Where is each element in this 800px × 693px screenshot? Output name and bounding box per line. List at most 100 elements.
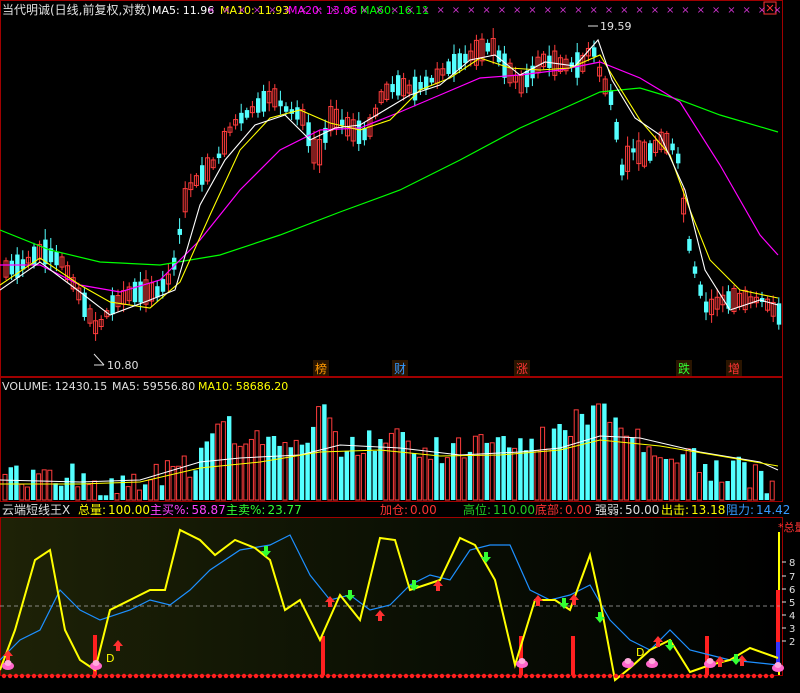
- volume-bar: [646, 446, 652, 501]
- volume-bar: [434, 437, 439, 500]
- volume-bar: [159, 485, 165, 500]
- candle-body: [295, 107, 300, 120]
- volume-bar: [204, 441, 209, 500]
- candle-body: [485, 42, 490, 52]
- indicator-axis-red-segment: [776, 590, 780, 642]
- baseline-dot: [445, 673, 451, 679]
- event-marker-text: 增: [728, 362, 740, 376]
- baseline-dot: [181, 673, 187, 679]
- x-mark: ×: [605, 5, 613, 16]
- baseline-dot: [499, 673, 505, 679]
- baseline-dot: [301, 673, 307, 679]
- volume-bar: [237, 445, 243, 501]
- baseline-dot: [367, 673, 373, 679]
- volume-bar: [529, 438, 534, 500]
- candlesticks: [3, 28, 782, 341]
- baseline-dot: [571, 673, 577, 679]
- x-mark: ×: [207, 5, 215, 16]
- baseline-dot: [733, 673, 739, 679]
- candle-body: [704, 301, 709, 313]
- event-marker-text: 跌: [678, 361, 690, 376]
- baseline-dot: [319, 673, 325, 679]
- baseline-dot: [523, 673, 529, 679]
- baseline-dot: [289, 673, 295, 679]
- candle-body: [698, 284, 703, 296]
- volume-bar: [696, 472, 702, 501]
- baseline-dot: [217, 673, 223, 679]
- baseline-dot: [79, 673, 85, 679]
- baseline-dot: [481, 673, 487, 679]
- volume-bar: [64, 477, 69, 500]
- candle-body: [200, 165, 205, 185]
- x-mark: ×: [758, 5, 766, 16]
- volume-bar: [523, 450, 529, 500]
- volume-bar: [630, 437, 635, 500]
- volume-bar: [668, 458, 674, 501]
- baseline-dot: [439, 673, 445, 679]
- x-mark: ×: [222, 5, 230, 16]
- baseline-dot: [427, 673, 433, 679]
- baseline-dot: [145, 673, 151, 679]
- baseline-dot: [697, 673, 703, 679]
- volume-bar: [501, 436, 506, 500]
- baseline-dot: [343, 673, 349, 679]
- volume-bar: [215, 423, 221, 501]
- volume-bar: [316, 406, 322, 501]
- volume-bar: [585, 424, 590, 500]
- volume-bar: [596, 403, 602, 501]
- volume-bar: [109, 478, 114, 500]
- volume-bar: [59, 485, 64, 500]
- security-title: 当代明诚(日线,前复权,对数): [2, 2, 151, 17]
- candle-body: [256, 98, 261, 113]
- candle-body: [244, 110, 250, 118]
- candle-body: [446, 61, 451, 74]
- axis-tick-label: 2: [789, 637, 795, 648]
- volume-bar: [518, 438, 523, 500]
- event-marker: 财: [392, 360, 408, 376]
- chart-canvas[interactable]: 当代明诚(日线,前复权,对数) MA5: 11.96 MA10: 11.93 MA2…: [0, 0, 800, 693]
- candle-body: [110, 295, 115, 315]
- x-mark: ×: [666, 5, 674, 16]
- baseline-dot: [493, 673, 499, 679]
- volume-bar: [663, 459, 669, 500]
- volume-bar: [176, 465, 182, 501]
- x-mark: ×: [314, 5, 322, 16]
- volume-bar: [422, 447, 428, 501]
- event-marker: 榜: [313, 360, 329, 376]
- volume-bar: [545, 448, 551, 501]
- volume-bar: [360, 452, 366, 501]
- x-mark: ×: [697, 5, 705, 16]
- candle-body: [608, 90, 614, 105]
- volume-bar: [227, 416, 232, 500]
- baseline-dot: [451, 673, 457, 679]
- baseline-dot: [151, 673, 157, 679]
- baseline-dot: [757, 673, 763, 679]
- baseline-dot: [619, 673, 625, 679]
- baseline-dot: [61, 673, 67, 679]
- ma5-label: MA5: 11.96: [152, 4, 214, 17]
- indicator-baseline-dots: [1, 673, 775, 679]
- baseline-dot: [391, 673, 397, 679]
- baseline-dot: [595, 673, 601, 679]
- volume-bar: [282, 442, 288, 501]
- volume-bar: [467, 451, 473, 500]
- signal-d-label: D: [106, 652, 114, 665]
- baseline-dot: [637, 673, 643, 679]
- candle-body: [614, 121, 619, 140]
- svg-text:19.59: 19.59: [600, 20, 632, 33]
- candle-body: [216, 153, 222, 159]
- volume-bar: [125, 486, 131, 501]
- volume-bar: [674, 462, 680, 501]
- indicator-total: 总量: 100.00: [78, 503, 150, 517]
- volume-bar: [327, 417, 333, 501]
- volume-bar: [388, 432, 394, 501]
- baseline-dot: [565, 673, 571, 679]
- candle-body: [692, 266, 698, 274]
- x-mark: ×: [360, 5, 368, 16]
- baseline-dot: [223, 673, 229, 679]
- baseline-dot: [769, 673, 775, 679]
- baseline-dot: [751, 673, 757, 679]
- x-mark: ×: [574, 5, 582, 16]
- volume-bar: [613, 417, 618, 500]
- baseline-dot: [589, 673, 595, 679]
